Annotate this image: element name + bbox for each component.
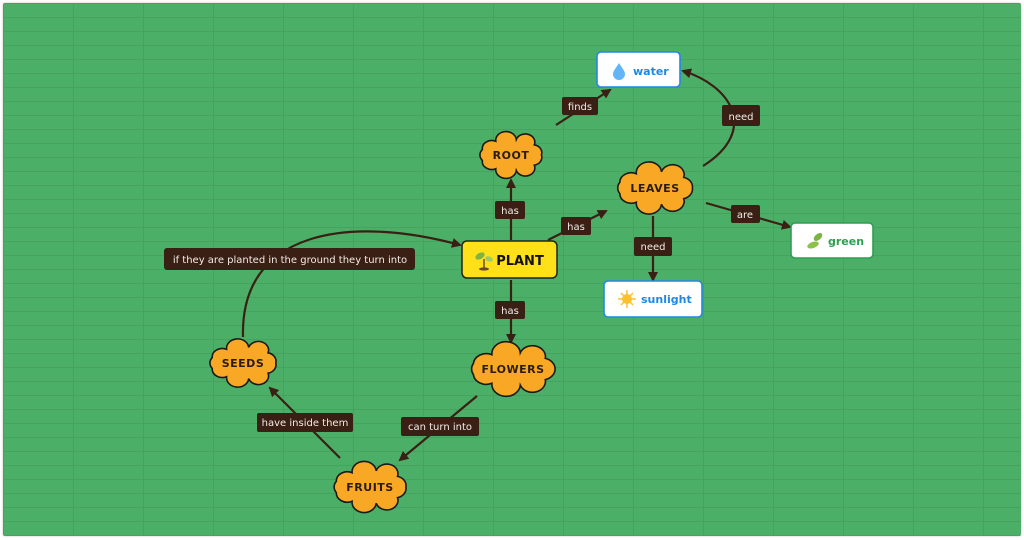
sunlight-label: sunlight bbox=[641, 293, 692, 306]
edge-seeds-plant bbox=[241, 230, 462, 338]
edge-label-fruits-seeds: have inside them bbox=[257, 413, 353, 432]
edge-label-leaves-green: are bbox=[731, 205, 760, 223]
svg-text:if they are planted in the gro: if they are planted in the ground they t… bbox=[173, 255, 407, 266]
node-root[interactable]: ROOT bbox=[479, 130, 543, 180]
svg-text:can turn into: can turn into bbox=[408, 422, 472, 433]
edge-label-plant-flowers: has bbox=[495, 301, 525, 319]
edge-label-plant-root: has bbox=[495, 201, 525, 219]
edge-label-leaves-water: need bbox=[722, 105, 760, 126]
node-sunlight[interactable]: sunlight bbox=[603, 280, 703, 318]
edge-label-plant-leaves: has bbox=[561, 217, 591, 235]
node-flowers[interactable]: FLOWERS bbox=[470, 340, 556, 398]
svg-text:has: has bbox=[501, 206, 519, 217]
edge-label-leaves-sunlight: need bbox=[634, 237, 672, 256]
svg-text:are: are bbox=[737, 210, 753, 221]
svg-text:need: need bbox=[729, 112, 754, 123]
node-leaves[interactable]: LEAVES bbox=[617, 161, 694, 215]
svg-text:need: need bbox=[641, 242, 666, 253]
leaves-label: LEAVES bbox=[630, 182, 679, 195]
svg-text:have inside them: have inside them bbox=[262, 418, 349, 429]
node-water[interactable]: water bbox=[596, 51, 681, 88]
node-plant[interactable]: PLANT bbox=[461, 240, 558, 279]
green-label: green bbox=[828, 235, 864, 248]
svg-text:has: has bbox=[501, 306, 519, 317]
concept-map-canvas[interactable]: has has has finds need need are can turn… bbox=[3, 3, 1021, 536]
edge-label-flowers-fruits: can turn into bbox=[401, 417, 479, 436]
fruits-label: FRUITS bbox=[346, 481, 393, 494]
root-label: ROOT bbox=[493, 149, 530, 162]
plant-label: PLANT bbox=[496, 254, 544, 269]
flowers-label: FLOWERS bbox=[481, 363, 544, 376]
node-green[interactable]: green bbox=[790, 222, 874, 259]
node-fruits[interactable]: FRUITS bbox=[333, 460, 407, 514]
svg-text:finds: finds bbox=[568, 102, 592, 113]
water-label: water bbox=[633, 65, 669, 78]
node-seeds[interactable]: SEEDS bbox=[209, 338, 277, 388]
svg-text:has: has bbox=[567, 222, 585, 233]
concept-map: has has has finds need need are can turn… bbox=[164, 51, 874, 514]
seeds-label: SEEDS bbox=[222, 357, 265, 370]
edge-label-seeds-plant: if they are planted in the ground they t… bbox=[164, 248, 415, 270]
edge-label-root-water: finds bbox=[562, 97, 598, 115]
